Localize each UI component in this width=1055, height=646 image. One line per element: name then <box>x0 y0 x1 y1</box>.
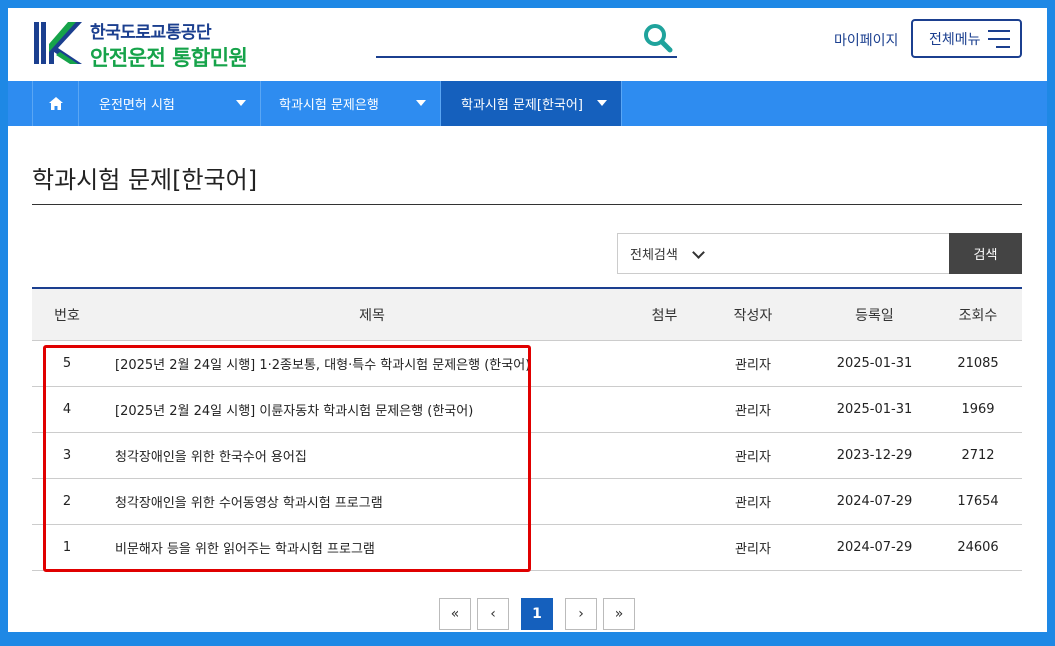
search-button[interactable]: 검색 <box>949 233 1022 274</box>
first-page-button[interactable]: « <box>439 598 471 630</box>
row-date: 2023-12-29 <box>836 448 913 463</box>
row-attach <box>637 387 692 432</box>
caret-down-icon <box>236 100 246 106</box>
logo-line1[interactable]: 한국도로교통공단 <box>90 18 212 43</box>
logo-line2[interactable]: 안전운전 통합민원 <box>90 42 248 72</box>
row-title-link[interactable]: [2025년 2월 24일 시행] 1·2종보통, 대형·특수 학과시험 문제은… <box>115 341 615 386</box>
home-icon <box>48 97 63 110</box>
nav-item-label: 운전면허 시험 <box>99 98 175 113</box>
search-scope-value: 전체검색 <box>630 248 678 263</box>
pagination: « ‹ 1 › » <box>439 598 635 630</box>
row-author: 관리자 <box>735 450 771 465</box>
nav-item-label: 학과시험 문제[한국어] <box>461 98 583 113</box>
table-header: 번호 제목 첨부 작성자 등록일 조회수 <box>32 287 1022 341</box>
row-title-link[interactable]: [2025년 2월 24일 시행] 이륜자동차 학과시험 문제은행 (한국어) <box>115 387 615 432</box>
row-author: 관리자 <box>735 496 771 511</box>
row-no: 5 <box>62 356 72 371</box>
row-no: 1 <box>62 540 72 555</box>
row-author: 관리자 <box>735 542 771 557</box>
page-title: 학과시험 문제[한국어] <box>32 166 258 194</box>
site-header: 한국도로교통공단 안전운전 통합민원 마이페이지 전체메뉴 <box>8 8 1047 81</box>
nav-item-korean-questions[interactable]: 학과시험 문제[한국어] <box>441 81 622 126</box>
row-attach <box>637 525 692 570</box>
search-icon[interactable] <box>642 22 674 54</box>
row-author: 관리자 <box>735 404 771 419</box>
row-views: 2712 <box>961 448 995 463</box>
row-date: 2024-07-29 <box>836 494 913 509</box>
row-views: 1969 <box>961 402 995 417</box>
caret-down-icon <box>597 100 607 106</box>
caret-down-icon <box>416 100 426 106</box>
row-no: 3 <box>62 448 72 463</box>
row-title-link[interactable]: 청각장애인을 위한 수어동영상 학과시험 프로그램 <box>115 479 615 524</box>
row-author: 관리자 <box>735 358 771 373</box>
header-views: 조회수 <box>958 307 998 324</box>
nav-home-button[interactable] <box>32 81 79 126</box>
header-no: 번호 <box>54 307 80 324</box>
nav-item-label: 학과시험 문제은행 <box>279 98 379 113</box>
board-search-input[interactable] <box>715 233 950 274</box>
table-row[interactable]: 3 청각장애인을 위한 한국수어 용어집 관리자 2023-12-29 2712 <box>32 433 1022 479</box>
next-page-button[interactable]: › <box>565 598 597 630</box>
header-title: 제목 <box>359 307 385 324</box>
all-menu-label: 전체메뉴 <box>929 31 981 48</box>
board-table: 번호 제목 첨부 작성자 등록일 조회수 5 [2025년 2월 24일 시행]… <box>32 287 1022 571</box>
header-attach: 첨부 <box>651 307 678 324</box>
table-row[interactable]: 4 [2025년 2월 24일 시행] 이륜자동차 학과시험 문제은행 (한국어… <box>32 387 1022 433</box>
row-title-link[interactable]: 비문해자 등을 위한 읽어주는 학과시험 프로그램 <box>115 525 615 570</box>
row-no: 4 <box>62 402 72 417</box>
row-views: 17654 <box>957 494 999 509</box>
header-author: 작성자 <box>733 307 773 324</box>
all-menu-button[interactable]: 전체메뉴 <box>911 19 1022 58</box>
last-page-button[interactable]: » <box>603 598 635 630</box>
prev-page-button[interactable]: ‹ <box>477 598 509 630</box>
search-scope-select[interactable]: 전체검색 <box>617 233 716 274</box>
row-no: 2 <box>62 494 72 509</box>
nav-item-license-test[interactable]: 운전면허 시험 <box>79 81 261 126</box>
title-divider <box>32 204 1022 205</box>
chevron-down-icon <box>692 246 705 259</box>
table-row[interactable]: 1 비문해자 등을 위한 읽어주는 학과시험 프로그램 관리자 2024-07-… <box>32 525 1022 571</box>
row-attach <box>637 341 692 386</box>
row-attach <box>637 479 692 524</box>
koroad-logo-icon[interactable] <box>32 18 82 68</box>
table-row[interactable]: 5 [2025년 2월 24일 시행] 1·2종보통, 대형·특수 학과시험 문… <box>32 341 1022 387</box>
nav-item-question-bank[interactable]: 학과시험 문제은행 <box>261 81 441 126</box>
page-1-button[interactable]: 1 <box>521 598 553 630</box>
row-date: 2024-07-29 <box>836 540 913 555</box>
row-title-link[interactable]: 청각장애인을 위한 한국수어 용어집 <box>115 433 615 478</box>
row-views: 24606 <box>957 540 999 555</box>
hamburger-icon <box>988 30 1010 48</box>
row-attach <box>637 433 692 478</box>
browser-frame: 한국도로교통공단 안전운전 통합민원 마이페이지 전체메뉴 운전면허 시험 학과… <box>8 8 1047 632</box>
header-date: 등록일 <box>855 307 894 324</box>
mypage-link[interactable]: 마이페이지 <box>834 30 898 50</box>
main-nav: 운전면허 시험 학과시험 문제은행 학과시험 문제[한국어] <box>8 81 1047 126</box>
row-date: 2025-01-31 <box>836 402 913 417</box>
row-date: 2025-01-31 <box>836 356 913 371</box>
header-search-input[interactable] <box>376 56 677 58</box>
table-row[interactable]: 2 청각장애인을 위한 수어동영상 학과시험 프로그램 관리자 2024-07-… <box>32 479 1022 525</box>
row-views: 21085 <box>957 356 999 371</box>
